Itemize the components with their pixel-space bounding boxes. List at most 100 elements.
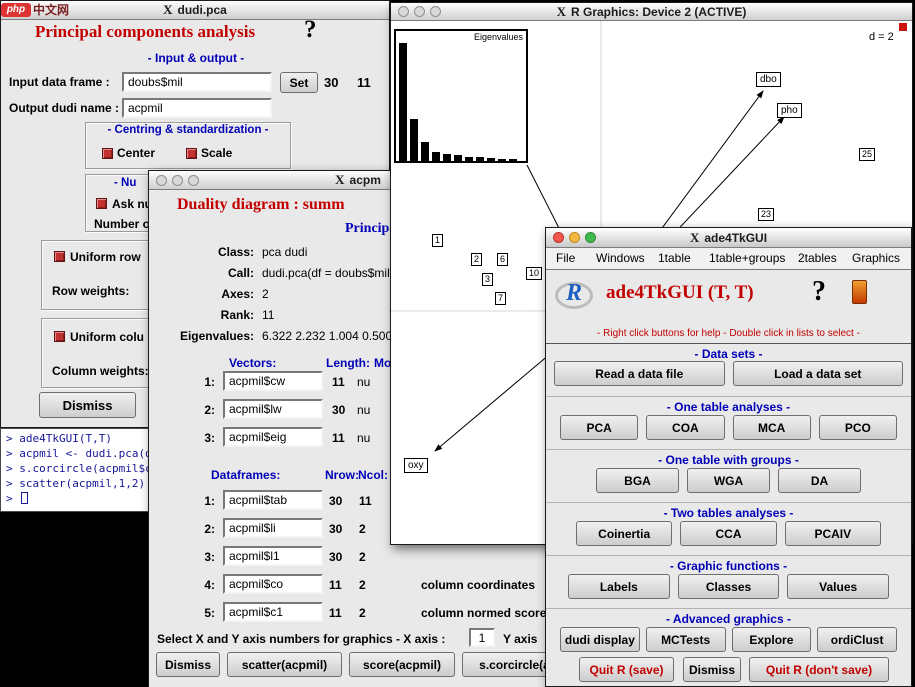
explore-button[interactable]: Explore (732, 627, 812, 652)
df-row-num: 5: (189, 606, 215, 620)
vector-row-num: 3: (189, 431, 215, 445)
graphic-functions-buttons: Labels Classes Values (546, 574, 911, 599)
scatter-button[interactable]: scatter(acpmil) (227, 652, 342, 677)
menu-1table-groups[interactable]: 1table+groups (709, 251, 785, 265)
df-name-field[interactable] (223, 518, 323, 538)
row-point-label: 6 (497, 253, 508, 266)
ade4tkgui-titlebar[interactable]: X ade4TkGUI (546, 228, 911, 248)
uniform-row-checkbox[interactable] (54, 251, 65, 262)
mode-header: Mo (374, 356, 391, 370)
scale-checkbox[interactable] (186, 148, 197, 159)
menu-graphics[interactable]: Graphics (852, 251, 900, 265)
console-line: > ade4TkGUI(T,T) (6, 432, 112, 445)
df-name-field[interactable] (223, 574, 323, 594)
menu-file[interactable]: File (556, 251, 575, 265)
wga-button[interactable]: WGA (687, 468, 770, 493)
coa-button[interactable]: COA (646, 415, 724, 440)
eigenvalue-bar (399, 43, 407, 161)
uniform-col-label: Uniform colu (70, 330, 144, 344)
eigenvalue-bar (421, 142, 429, 161)
input-data-frame-field[interactable] (122, 72, 272, 92)
pcaiv-button[interactable]: PCAIV (785, 521, 881, 546)
vector-mode: nu (357, 431, 370, 445)
x-axis-input[interactable] (469, 628, 495, 647)
gui-dismiss-button[interactable]: Dismiss (683, 657, 741, 682)
bga-button[interactable]: BGA (596, 468, 679, 493)
duality-dismiss-button[interactable]: Dismiss (156, 652, 220, 677)
vector-name-field[interactable] (223, 399, 323, 419)
r-logo-letter: R (566, 280, 582, 307)
centring-group: - Centring & standardization - Center Sc… (85, 122, 291, 169)
pca-dialog-title: dudi.pca (178, 3, 227, 17)
df-name-field[interactable] (223, 546, 323, 566)
centring-group-label: - Centring & standardization - (86, 124, 290, 136)
axis-select-text: Select X and Y axis numbers for graphics… (157, 632, 445, 646)
variable-label: pho (777, 103, 802, 118)
graphics-titlebar[interactable]: X R Graphics: Device 2 (ACTIVE) (391, 3, 912, 21)
eigenvalue-bar (410, 119, 418, 161)
quit-no-save-button[interactable]: Quit R (don't save) (749, 657, 889, 682)
classes-button[interactable]: Classes (678, 574, 780, 599)
ask-axes-checkbox[interactable] (96, 198, 107, 209)
score-button[interactable]: score(acpmil) (349, 652, 455, 677)
close-icon[interactable] (398, 6, 409, 17)
minimize-icon[interactable] (414, 6, 425, 17)
row-point-label: 2 (471, 253, 482, 266)
pca-dismiss-button[interactable]: Dismiss (39, 392, 136, 418)
help-question-icon[interactable]: ? (812, 276, 826, 308)
menu-windows[interactable]: Windows (596, 251, 645, 265)
axes-label: Axes: (149, 287, 254, 301)
minimize-icon[interactable] (172, 175, 183, 186)
labels-button[interactable]: Labels (568, 574, 670, 599)
cca-button[interactable]: CCA (680, 521, 776, 546)
pco-button[interactable]: PCO (819, 415, 897, 440)
r-console-window[interactable]: > ade4TkGUI(T,T) > acpmil <- dudi.pca(df… (0, 428, 150, 512)
load-data-set-button[interactable]: Load a data set (733, 361, 904, 386)
x11-icon: X (163, 2, 172, 18)
center-label: Center (117, 146, 155, 160)
close-icon[interactable] (156, 175, 167, 186)
set-button[interactable]: Set (280, 72, 318, 93)
df-name-field[interactable] (223, 490, 323, 510)
df-row-num: 1: (189, 494, 215, 508)
eigenvalues-label: Eigenvalues: (149, 329, 254, 343)
groups-buttons: BGA WGA DA (546, 468, 911, 493)
site-badge: php 中文网 (1, 1, 69, 18)
dudi-display-button[interactable]: dudi display (560, 627, 640, 652)
output-dudi-name-field[interactable] (122, 98, 272, 118)
da-button[interactable]: DA (778, 468, 861, 493)
window-controls (553, 232, 596, 243)
x11-icon: X (690, 230, 699, 246)
ordiclust-button[interactable]: ordiClust (817, 627, 897, 652)
uniform-col-checkbox[interactable] (54, 331, 65, 342)
zoom-icon[interactable] (585, 232, 596, 243)
center-checkbox[interactable] (102, 148, 113, 159)
read-data-file-button[interactable]: Read a data file (554, 361, 725, 386)
zoom-icon[interactable] (430, 6, 441, 17)
divider (546, 608, 911, 609)
mctests-button[interactable]: MCTests (646, 627, 726, 652)
zoom-icon[interactable] (188, 175, 199, 186)
coinertia-button[interactable]: Coinertia (576, 521, 672, 546)
duality-title: acpm (350, 173, 381, 187)
section-label-advanced: - Advanced graphics - (546, 612, 911, 626)
close-icon[interactable] (553, 232, 564, 243)
vector-name-field[interactable] (223, 427, 323, 447)
mca-button[interactable]: MCA (733, 415, 811, 440)
df-ncol: 2 (359, 578, 366, 592)
df-name-field[interactable] (223, 602, 323, 622)
pca-heading: Principal components analysis (35, 22, 255, 42)
variable-label: oxy (404, 458, 428, 473)
pca-button[interactable]: PCA (560, 415, 638, 440)
menu-1table[interactable]: 1table (658, 251, 691, 265)
eigenvalue-bar (509, 159, 517, 161)
quit-save-button[interactable]: Quit R (save) (579, 657, 674, 682)
values-button[interactable]: Values (787, 574, 889, 599)
vector-name-field[interactable] (223, 371, 323, 391)
help-question-icon[interactable]: ? (304, 16, 317, 44)
minimize-icon[interactable] (569, 232, 580, 243)
df-row-num: 4: (189, 578, 215, 592)
menu-2tables[interactable]: 2tables (798, 251, 837, 265)
section-label-groups: - One table with groups - (546, 453, 911, 467)
graphics-title: R Graphics: Device 2 (ACTIVE) (571, 5, 746, 19)
